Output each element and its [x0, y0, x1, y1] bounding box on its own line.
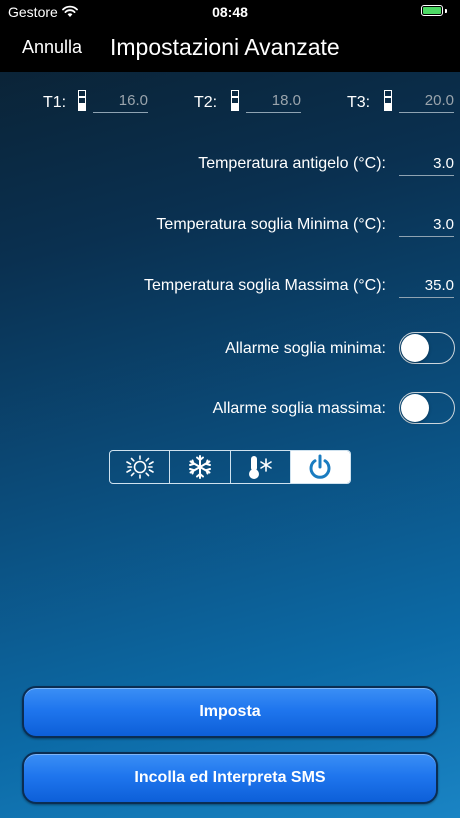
- status-time: 08:48: [212, 4, 248, 20]
- t1-stepper[interactable]: [78, 89, 86, 113]
- t3-stepper[interactable]: [384, 89, 392, 113]
- min-threshold-label: Temperatura soglia Minima (°C):: [156, 216, 386, 233]
- cancel-button[interactable]: Annulla: [22, 37, 82, 58]
- t2-stepper[interactable]: [231, 89, 239, 113]
- t1-label: T1:: [43, 94, 67, 111]
- page-title: Impostazioni Avanzate: [110, 34, 340, 60]
- t2-input[interactable]: 18.0: [246, 92, 301, 113]
- max-alarm-toggle[interactable]: [399, 392, 455, 424]
- max-threshold-label: Temperatura soglia Massima (°C):: [143, 277, 386, 294]
- t3-input[interactable]: 20.0: [399, 92, 454, 113]
- power-icon: [309, 454, 331, 479]
- mode-selector: [109, 450, 351, 484]
- mode-power[interactable]: [290, 451, 350, 483]
- antifreeze-label: Temperatura antigelo (°C):: [198, 155, 386, 172]
- t3-label: T3:: [347, 94, 371, 111]
- battery-cap: [445, 9, 447, 13]
- status-bar: Gestore 08:48: [0, 0, 460, 24]
- max-threshold-input[interactable]: 35.0: [399, 277, 454, 298]
- paste-sms-button[interactable]: Incolla ed Interpreta SMS: [22, 752, 438, 804]
- mode-sun[interactable]: [110, 451, 171, 483]
- mode-snow[interactable]: [170, 451, 231, 483]
- battery-icon: [421, 5, 443, 16]
- snowflake-icon: [188, 455, 211, 479]
- sun-icon: [125, 455, 154, 479]
- max-alarm-label: Allarme soglia massima:: [212, 400, 386, 417]
- toggle-knob: [401, 334, 429, 362]
- min-alarm-label: Allarme soglia minima:: [225, 340, 386, 357]
- min-alarm-toggle[interactable]: [399, 332, 455, 364]
- toggle-knob: [401, 394, 429, 422]
- antifreeze-input[interactable]: 3.0: [399, 155, 454, 176]
- t2-label: T2:: [194, 94, 218, 111]
- thermometer-snowflake-icon: [249, 456, 272, 479]
- nav-bar: Annulla Impostazioni Avanzate: [0, 24, 460, 72]
- t1-input[interactable]: 16.0: [93, 92, 148, 113]
- set-button[interactable]: Imposta: [22, 686, 438, 738]
- mode-thermo[interactable]: [231, 451, 291, 483]
- min-threshold-input[interactable]: 3.0: [399, 216, 454, 237]
